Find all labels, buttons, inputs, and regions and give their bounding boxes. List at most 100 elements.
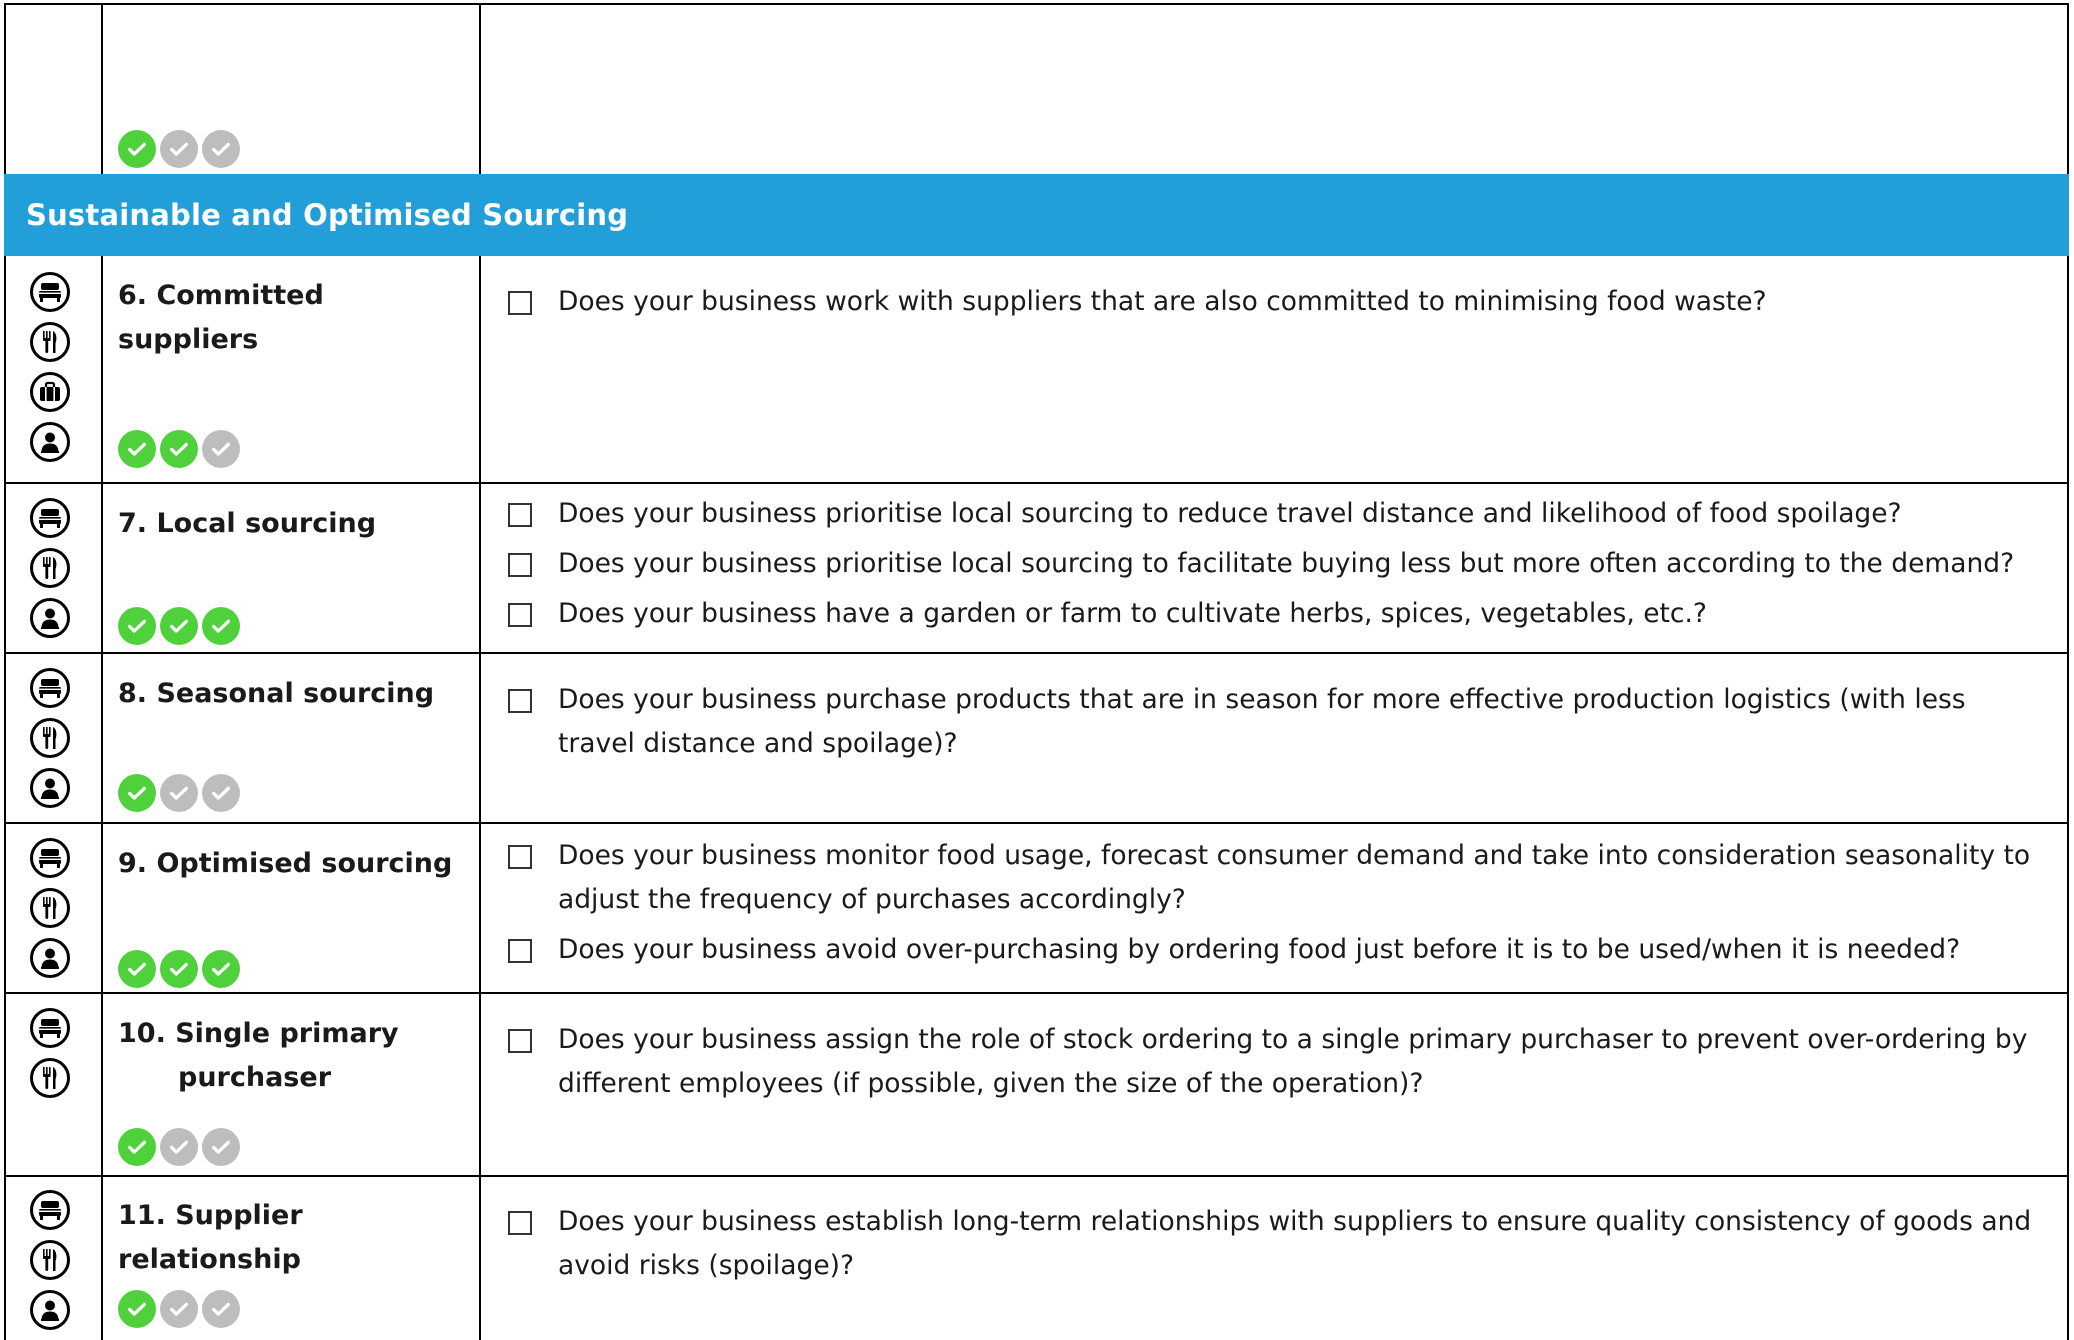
grid-line	[4, 822, 2069, 824]
rating-check-icon	[160, 950, 198, 988]
rating-check-icon	[202, 607, 240, 645]
question-text: Does your business prioritise local sour…	[558, 548, 2015, 579]
category-icons	[30, 498, 70, 648]
grid-line	[479, 3, 481, 174]
category-icons	[30, 838, 70, 988]
topic-label: 9. Optimised sourcing	[118, 848, 453, 879]
category-icons	[30, 1190, 70, 1340]
grid-line	[4, 992, 2069, 994]
cutlery-icon	[30, 718, 70, 758]
question-item: Does your business prioritise local sour…	[508, 492, 2048, 536]
rating-check-icon	[160, 607, 198, 645]
rating-check-icon	[118, 950, 156, 988]
bed-icon	[30, 1190, 70, 1230]
topic-label: 8. Seasonal sourcing	[118, 678, 435, 709]
cutlery-icon	[30, 322, 70, 362]
person-icon	[30, 598, 70, 638]
person-icon	[30, 768, 70, 808]
topic-label-line2: purchaser	[178, 1062, 332, 1093]
rating-check-icon	[118, 1290, 156, 1328]
cutlery-icon	[30, 548, 70, 588]
question-item: Does your business purchase products tha…	[508, 678, 2048, 766]
category-icons	[30, 1008, 70, 1108]
rating-check-icon	[160, 774, 198, 812]
rating-row-top	[118, 130, 240, 168]
question-checkbox[interactable]	[508, 603, 532, 627]
rating-row	[118, 1290, 240, 1328]
person-icon	[30, 938, 70, 978]
question-item: Does your business assign the role of st…	[508, 1018, 2048, 1106]
rating-check-icon	[118, 430, 156, 468]
grid-line	[101, 3, 103, 174]
question-item: Does your business work with suppliers t…	[508, 280, 2048, 324]
question-text: Does your business work with suppliers t…	[558, 286, 1767, 317]
rating-row	[118, 607, 240, 645]
rating-check-icon	[202, 130, 240, 168]
rating-row	[118, 774, 240, 812]
rating-check-icon	[118, 607, 156, 645]
question-text: Does your business establish long-term r…	[558, 1206, 2032, 1281]
rating-row	[118, 430, 240, 468]
rating-check-icon	[202, 430, 240, 468]
grid-line	[4, 482, 2069, 484]
rating-check-icon	[160, 130, 198, 168]
bed-icon	[30, 668, 70, 708]
briefcase-icon	[30, 372, 70, 412]
rating-check-icon	[118, 774, 156, 812]
question-checkbox[interactable]	[508, 689, 532, 713]
cutlery-icon	[30, 888, 70, 928]
section-title: Sustainable and Optimised Sourcing	[26, 198, 629, 232]
bed-icon	[30, 498, 70, 538]
question-checkbox[interactable]	[508, 1211, 532, 1235]
topic-label: 10. Single primary purchaser	[118, 1012, 468, 1100]
topic-label-line1: 10. Single primary	[118, 1018, 399, 1049]
bed-icon	[30, 1008, 70, 1048]
question-text: Does your business prioritise local sour…	[558, 498, 1902, 529]
grid-line	[4, 3, 2069, 5]
question-checkbox[interactable]	[508, 1029, 532, 1053]
cutlery-icon	[30, 1240, 70, 1280]
cutlery-icon	[30, 1058, 70, 1098]
bed-icon	[30, 838, 70, 878]
rating-row	[118, 1128, 240, 1166]
rating-check-icon	[160, 430, 198, 468]
grid-line	[4, 652, 2069, 654]
person-icon	[30, 422, 70, 462]
rating-check-icon	[118, 130, 156, 168]
section-header: Sustainable and Optimised Sourcing	[4, 174, 2069, 256]
question-text: Does your business avoid over-purchasing…	[558, 934, 1961, 965]
question-checkbox[interactable]	[508, 553, 532, 577]
question-checkbox[interactable]	[508, 503, 532, 527]
topic-label: 6. Committed suppliers	[118, 280, 324, 355]
question-item: Does your business prioritise local sour…	[508, 542, 2048, 586]
question-checkbox[interactable]	[508, 939, 532, 963]
rating-check-icon	[202, 774, 240, 812]
question-checkbox[interactable]	[508, 845, 532, 869]
question-text: Does your business have a garden or farm…	[558, 598, 1707, 629]
grid-line	[101, 256, 103, 1340]
grid-line	[479, 256, 481, 1340]
category-icons	[30, 668, 70, 818]
question-checkbox[interactable]	[508, 291, 532, 315]
rating-check-icon	[160, 1290, 198, 1328]
question-text: Does your business monitor food usage, f…	[558, 840, 2031, 915]
topic-label: 7. Local sourcing	[118, 508, 377, 539]
question-item: Does your business avoid over-purchasing…	[508, 928, 2048, 972]
question-item: Does your business have a garden or farm…	[508, 592, 2048, 636]
person-icon	[30, 1290, 70, 1330]
bed-icon	[30, 272, 70, 312]
rating-check-icon	[202, 1290, 240, 1328]
checklist-sheet: Sustainable and Optimised Sourcing 6. Co…	[0, 0, 2074, 1340]
topic-label: 11. Supplier relationship	[118, 1200, 303, 1275]
category-icons	[30, 272, 70, 472]
question-text: Does your business assign the role of st…	[558, 1024, 2028, 1099]
grid-line	[4, 1175, 2069, 1177]
rating-check-icon	[202, 950, 240, 988]
rating-check-icon	[118, 1128, 156, 1166]
rating-check-icon	[202, 1128, 240, 1166]
question-item: Does your business establish long-term r…	[508, 1200, 2048, 1288]
question-text: Does your business purchase products tha…	[558, 684, 1966, 759]
question-item: Does your business monitor food usage, f…	[508, 834, 2048, 922]
rating-row	[118, 950, 240, 988]
rating-check-icon	[160, 1128, 198, 1166]
